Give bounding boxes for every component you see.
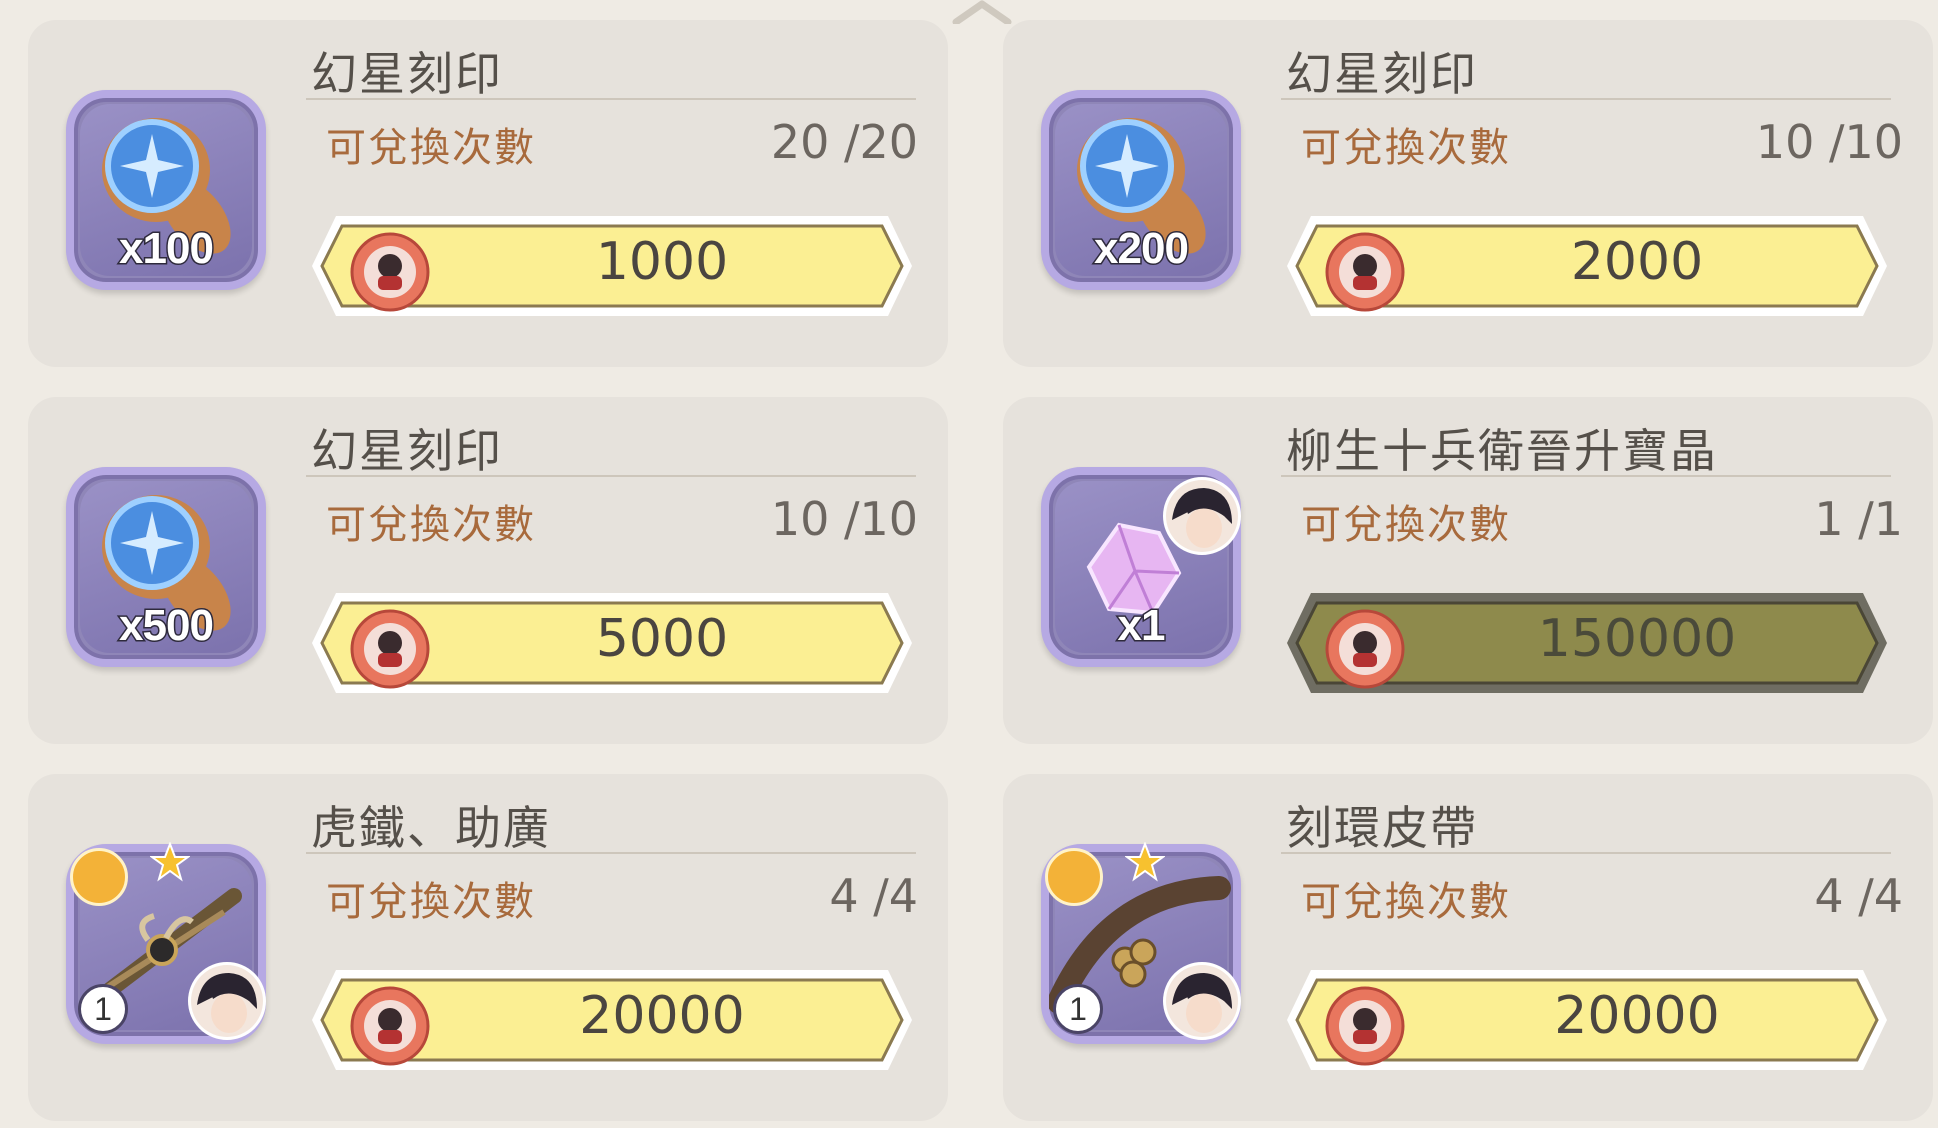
exchange-count-value: 1 /1 — [1814, 492, 1903, 546]
price-value: 5000 — [595, 609, 729, 669]
exchange-count-label: 可兌換次數 — [326, 502, 536, 548]
item-quantity: x200 — [1093, 223, 1191, 275]
item-quantity: x500 — [118, 600, 216, 652]
exchange-count-value: 10 /10 — [1755, 115, 1903, 169]
exchange-count-label: 可兌換次數 — [1301, 125, 1511, 171]
item-icon-frame[interactable]: 1 — [1041, 842, 1241, 1044]
buy-button[interactable]: 20000 — [1281, 964, 1893, 1076]
coin-icon — [350, 609, 430, 689]
exchange-card: 1 刻環皮帶 可兌換次數 4 /4 20000 — [1003, 774, 1933, 1121]
divider — [1281, 98, 1891, 100]
price-value: 2000 — [1570, 232, 1704, 292]
exchange-count-value: 4 /4 — [829, 869, 918, 923]
coin-icon — [1325, 609, 1405, 689]
exchange-card: 1 虎鐵、助廣 可兌換次數 4 /4 20000 — [28, 774, 948, 1121]
item-icon-frame[interactable]: 1 — [66, 842, 266, 1044]
item-icon-frame[interactable]: x500 — [66, 467, 266, 667]
coin-icon — [1325, 232, 1405, 312]
coin-icon — [350, 986, 430, 1066]
price-value: 1000 — [595, 232, 729, 292]
buy-button-disabled[interactable]: 150000 — [1281, 587, 1893, 699]
star-icon — [150, 842, 190, 882]
star-icon — [1125, 842, 1165, 882]
exchange-card: x200 幻星刻印 可兌換次數 10 /10 2000 — [1003, 20, 1933, 367]
exchange-item-grid: x100 幻星刻印 可兌換次數 20 /20 1000 x200 幻星刻印 可兌… — [28, 20, 1933, 1121]
character-portrait-avatar — [1163, 962, 1241, 1040]
divider — [1281, 475, 1891, 477]
price-value: 20000 — [579, 986, 745, 1046]
exchange-count-value: 20 /20 — [770, 115, 918, 169]
divider — [306, 852, 916, 854]
item-icon-frame[interactable]: x200 — [1041, 90, 1241, 290]
item-quantity: x1 — [1116, 600, 1167, 652]
element-sun-icon — [70, 848, 128, 906]
price-value: 20000 — [1554, 986, 1720, 1046]
item-level-badge: 1 — [78, 984, 128, 1034]
item-quantity: x100 — [118, 223, 216, 275]
exchange-card: x1 柳生十兵衛晉升寶晶 可兌換次數 1 /1 150000 — [1003, 397, 1933, 744]
item-title: 幻星刻印 — [1286, 47, 1478, 101]
item-icon-frame[interactable]: x1 — [1041, 467, 1241, 667]
exchange-count-label: 可兌換次數 — [1301, 879, 1511, 925]
divider — [1281, 852, 1891, 854]
exchange-count-label: 可兌換次數 — [326, 125, 536, 171]
buy-button[interactable]: 1000 — [306, 210, 918, 322]
character-portrait-avatar — [188, 962, 266, 1040]
buy-button[interactable]: 5000 — [306, 587, 918, 699]
exchange-count-label: 可兌換次數 — [326, 879, 536, 925]
item-level-badge: 1 — [1053, 984, 1103, 1034]
exchange-card: x500 幻星刻印 可兌換次數 10 /10 5000 — [28, 397, 948, 744]
divider — [306, 98, 916, 100]
exchange-count-label: 可兌換次數 — [1301, 502, 1511, 548]
character-portrait-avatar — [1163, 477, 1241, 555]
exchange-count-value: 4 /4 — [1814, 869, 1903, 923]
coin-icon — [1325, 986, 1405, 1066]
item-title: 柳生十兵衛晉升寶晶 — [1286, 424, 1718, 478]
item-title: 虎鐵、助廣 — [311, 801, 551, 855]
exchange-card: x100 幻星刻印 可兌換次數 20 /20 1000 — [28, 20, 948, 367]
divider — [306, 475, 916, 477]
item-title: 幻星刻印 — [311, 424, 503, 478]
buy-button[interactable]: 2000 — [1281, 210, 1893, 322]
buy-button[interactable]: 20000 — [306, 964, 918, 1076]
element-sun-icon — [1045, 848, 1103, 906]
item-title: 刻環皮帶 — [1286, 801, 1478, 855]
item-icon-frame[interactable]: x100 — [66, 90, 266, 290]
price-value: 150000 — [1537, 609, 1737, 669]
exchange-count-value: 10 /10 — [770, 492, 918, 546]
item-title: 幻星刻印 — [311, 47, 503, 101]
coin-icon — [350, 232, 430, 312]
